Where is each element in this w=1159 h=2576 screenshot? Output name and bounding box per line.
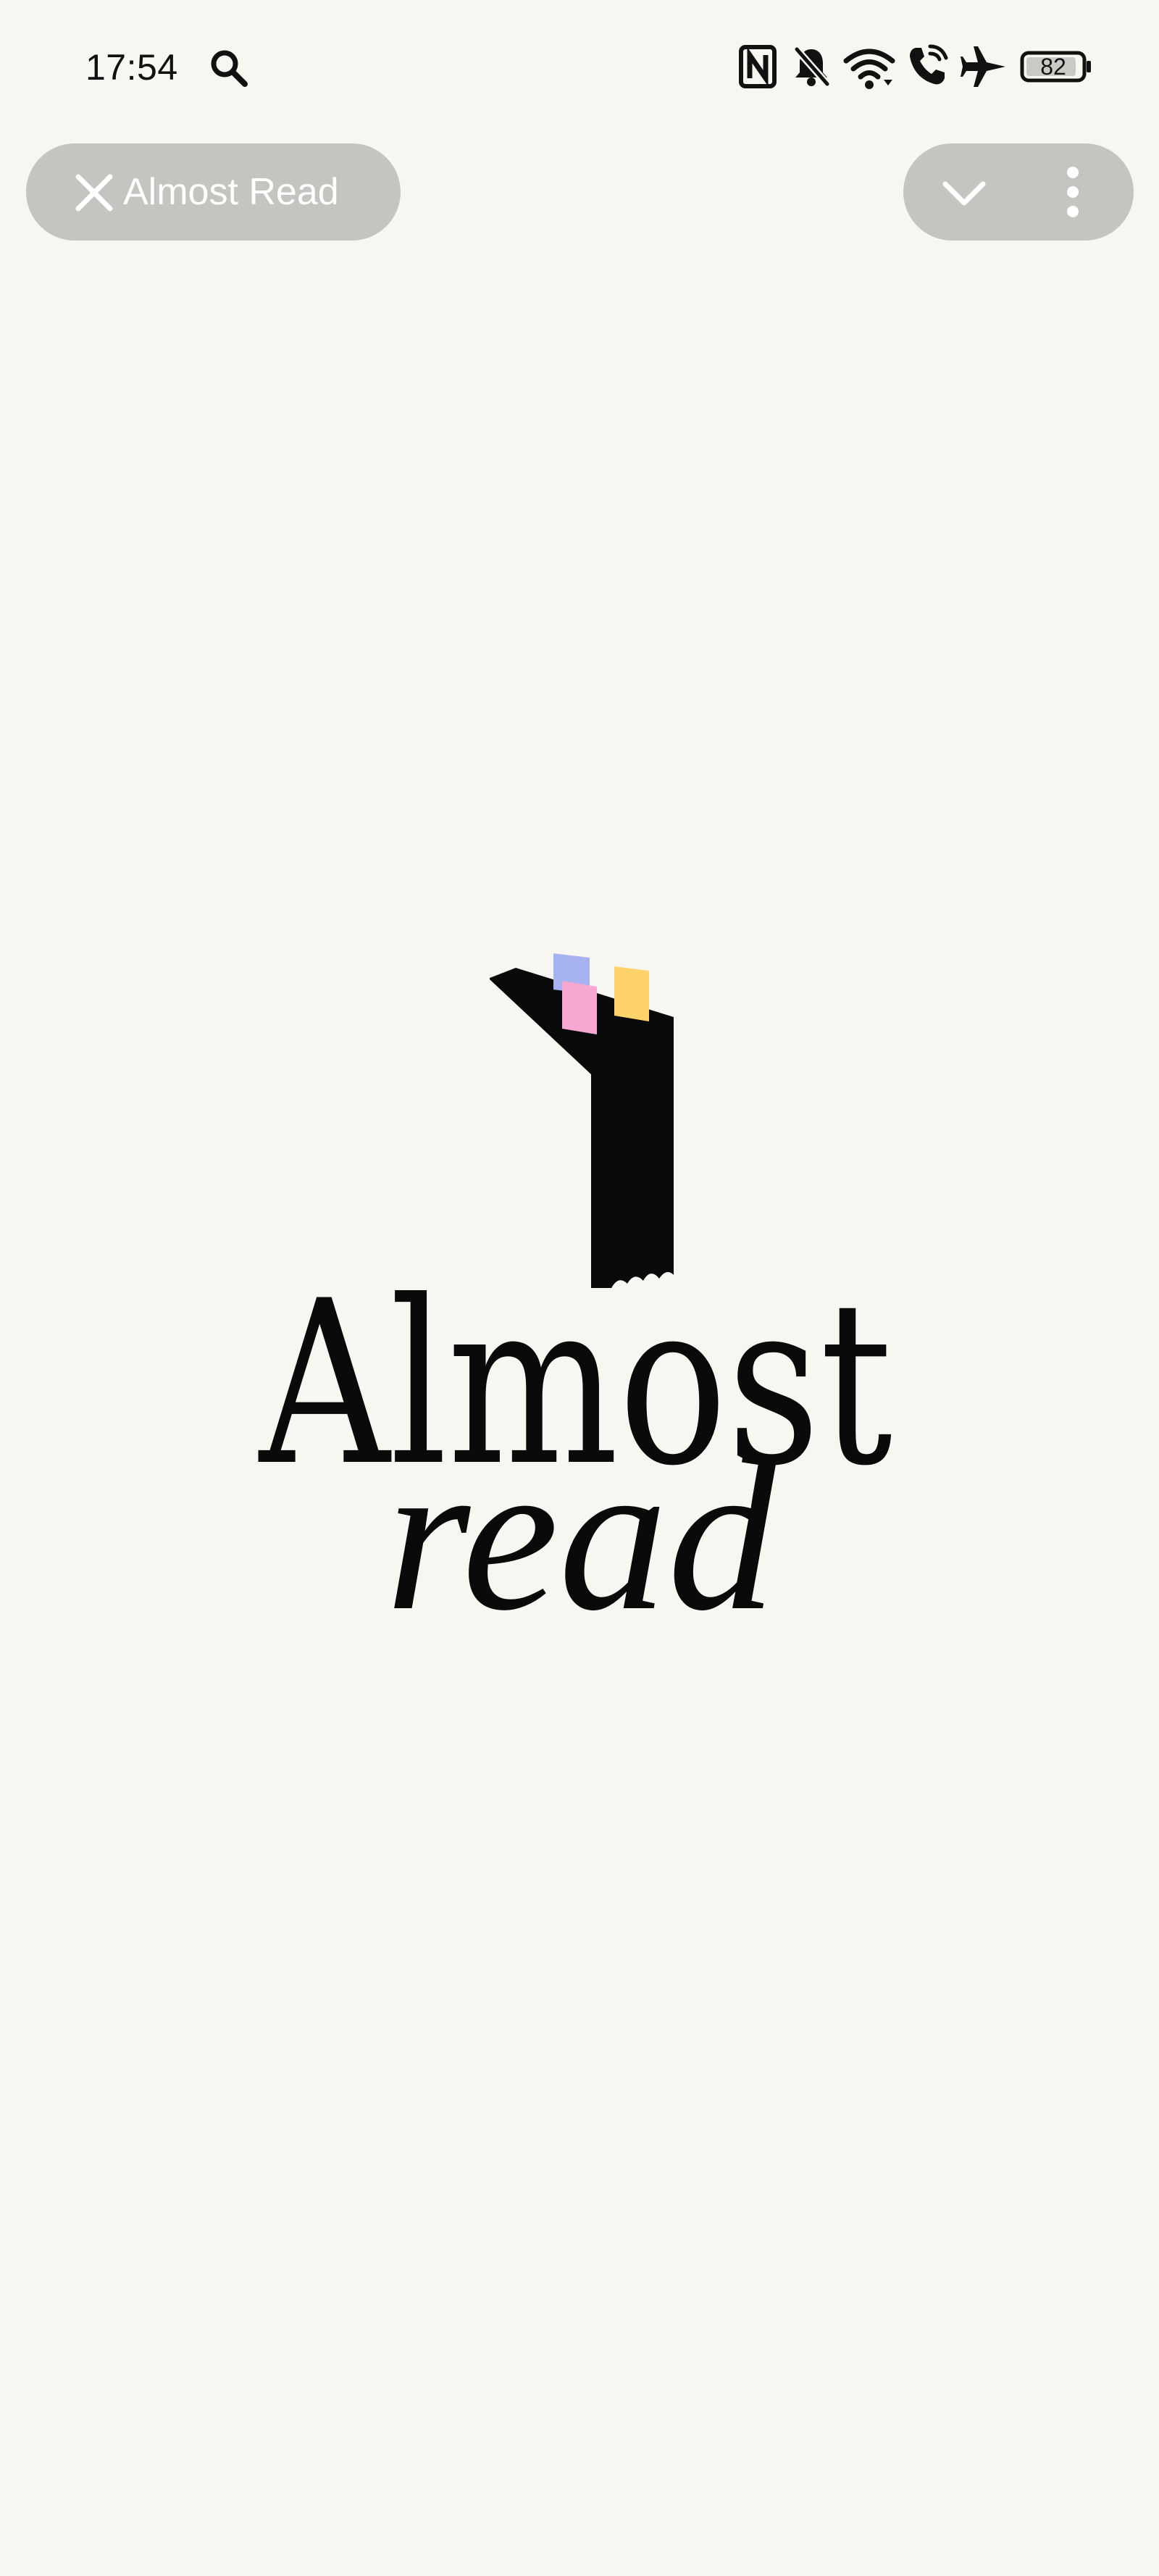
search-icon	[211, 50, 248, 87]
airplane-icon	[961, 46, 1005, 87]
close-pill[interactable]: Almost Read	[26, 143, 401, 241]
status-bar: 17:54 82	[0, 0, 1159, 130]
wifi-icon	[843, 49, 895, 89]
logo-word-read: read	[385, 1415, 780, 1652]
more-vertical-icon[interactable]	[1064, 165, 1081, 219]
status-time: 17:54	[85, 47, 178, 88]
battery-percent: 82	[1040, 54, 1066, 80]
battery-icon: 82	[1020, 51, 1092, 83]
nfc-icon	[739, 45, 777, 88]
splash-screen: 17:54 82 Almost Read Almost read	[0, 0, 1159, 2576]
logo-tab-yellow	[614, 966, 649, 1021]
close-icon[interactable]	[74, 172, 114, 213]
page-title: Almost Read	[123, 171, 339, 213]
wifi-calling-icon	[910, 44, 948, 85]
almost-read-logo: Almost read	[256, 953, 893, 1652]
logo-tab-pink	[562, 981, 597, 1034]
bell-off-icon	[792, 45, 832, 88]
actions-pill	[903, 143, 1134, 241]
chevron-down-icon[interactable]	[941, 171, 987, 214]
